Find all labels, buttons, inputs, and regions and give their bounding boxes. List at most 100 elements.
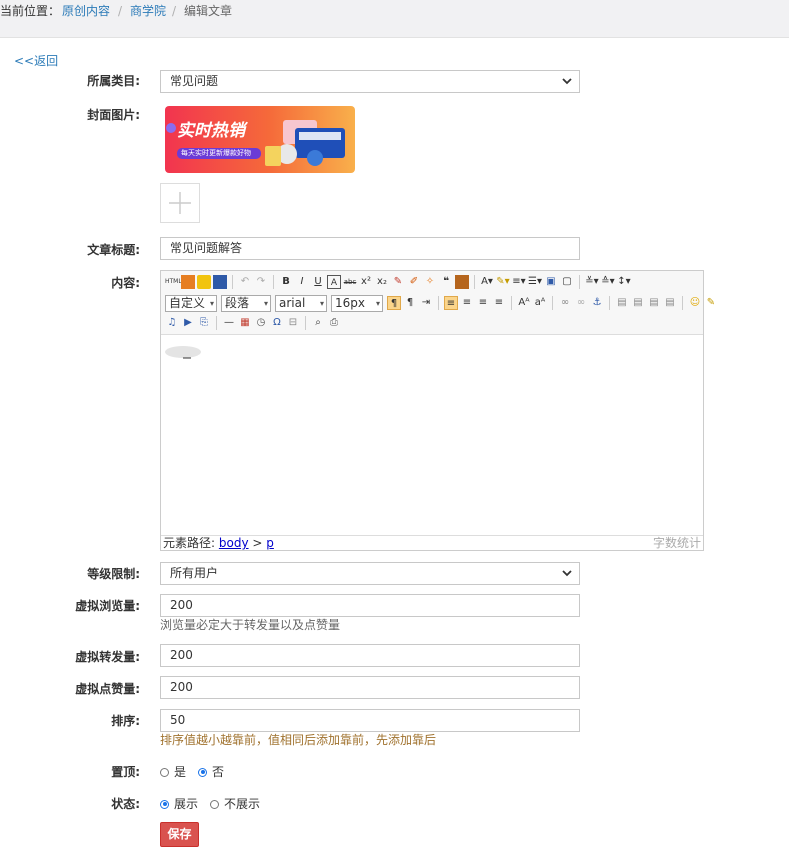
- font-size-select[interactable]: 16px ▾: [331, 294, 383, 312]
- back-link[interactable]: <<返回: [14, 52, 58, 69]
- status-option-show[interactable]: 展示: [160, 796, 198, 812]
- strikethrough-icon[interactable]: abc: [343, 275, 357, 289]
- cover-image[interactable]: 实时热销 每天实时更新爆款好物: [165, 106, 355, 173]
- element-path-p[interactable]: p: [266, 536, 274, 550]
- link-icon[interactable]: ∞: [558, 296, 572, 310]
- level-select-value: 所有用户: [170, 566, 219, 580]
- line-height-icon[interactable]: ↕▾: [617, 275, 631, 289]
- emoticon-icon[interactable]: ☺: [688, 296, 702, 310]
- toolbar-row-2: 自定义 ▾ 段落 ▾ arial ▾ 16px ▾ ¶ ¶ ⇥ ≡ ≡ ≡ ≡ Aᴬ a…: [165, 293, 718, 313]
- search-replace-icon[interactable]: ⌕: [311, 316, 325, 330]
- element-path-body[interactable]: body: [219, 536, 249, 550]
- auto-format-icon[interactable]: ✧: [423, 275, 437, 289]
- custom-style-select[interactable]: 自定义 ▾: [165, 294, 217, 312]
- unlink-icon[interactable]: ∞: [574, 296, 588, 310]
- pin-option-yes[interactable]: 是: [160, 764, 186, 780]
- views-label: 虚拟浏览量:: [75, 599, 140, 613]
- title-label: 文章标题:: [87, 243, 140, 257]
- attachment-icon[interactable]: ⎘: [197, 316, 211, 330]
- pin-radio-group: 是 否: [160, 764, 236, 780]
- category-select[interactable]: 常见问题: [160, 70, 580, 93]
- align-center-icon[interactable]: ≡: [460, 296, 474, 310]
- format-brush-icon[interactable]: ✐: [407, 275, 421, 289]
- row-spacing-bottom-icon[interactable]: ≙▾: [601, 275, 615, 289]
- likes-input[interactable]: 200: [160, 676, 580, 699]
- sort-input[interactable]: 50: [160, 709, 580, 732]
- redo-icon[interactable]: ↷: [254, 275, 268, 289]
- insert-template-icon[interactable]: [181, 275, 195, 289]
- sort-hint: 排序值越小越靠前，值相同后添加靠前，先添加靠后: [160, 733, 437, 747]
- image-center-icon[interactable]: ▤: [663, 296, 677, 310]
- scrawl-icon[interactable]: ✎: [704, 296, 718, 310]
- breadcrumb-separator: /: [172, 4, 177, 18]
- quote-icon[interactable]: ❝: [439, 275, 453, 289]
- cover-banner-subtitle: 每天实时更新爆款好物: [181, 149, 251, 157]
- horizontal-rule-icon[interactable]: —: [222, 316, 236, 330]
- element-path-separator: >: [252, 536, 263, 550]
- level-select[interactable]: 所有用户: [160, 562, 580, 585]
- rich-text-editor[interactable]: HTML ↶ ↷ B I U A abc x² x₂ ✎ ✐ ✧ ❝ A▾ ✎▾…: [160, 270, 715, 551]
- pin-label: 置顶:: [111, 765, 140, 779]
- music-icon[interactable]: ♫: [165, 316, 179, 330]
- status-label: 状态:: [111, 797, 140, 811]
- breadcrumb-separator: /: [118, 4, 123, 18]
- font-border-icon[interactable]: A: [327, 275, 341, 289]
- insert-video-icon[interactable]: ▶: [181, 316, 195, 330]
- special-char-icon[interactable]: Ω: [270, 316, 284, 330]
- paste-plain-icon[interactable]: [455, 275, 469, 289]
- ordered-list-icon[interactable]: ≡▾: [512, 275, 526, 289]
- pin-option-yes-label: 是: [174, 765, 187, 779]
- print-preview-icon[interactable]: ⎙: [327, 316, 341, 330]
- superscript-icon[interactable]: x²: [359, 275, 373, 289]
- paragraph-format-select[interactable]: 段落 ▾: [221, 294, 271, 312]
- breadcrumb-item-original-content[interactable]: 原创内容: [62, 0, 110, 22]
- font-family-select[interactable]: arial ▾: [275, 294, 327, 312]
- image-none-icon[interactable]: ▤: [631, 296, 645, 310]
- select-all-icon[interactable]: ▣: [544, 275, 558, 289]
- image-right-icon[interactable]: ▤: [647, 296, 661, 310]
- align-left-icon[interactable]: ≡: [444, 296, 458, 310]
- lowercase-icon[interactable]: aᴬ: [533, 296, 547, 310]
- image-left-icon[interactable]: ▤: [615, 296, 629, 310]
- chevron-down-icon: [562, 78, 572, 85]
- lock-icon[interactable]: [197, 275, 211, 289]
- align-right-icon[interactable]: ≡: [476, 296, 490, 310]
- cover-banner-title: 实时热销: [177, 121, 245, 141]
- uppercase-icon[interactable]: Aᴬ: [517, 296, 531, 310]
- font-size-value: 16px: [335, 295, 365, 310]
- date-icon[interactable]: ▦: [238, 316, 252, 330]
- category-select-value: 常见问题: [170, 74, 219, 88]
- page-break-icon[interactable]: ⊟: [286, 316, 300, 330]
- title-input[interactable]: 常见问题解答: [160, 237, 580, 260]
- highlight-color-icon[interactable]: ✎▾: [496, 275, 510, 289]
- anchor-icon[interactable]: ⚓: [590, 296, 604, 310]
- row-spacing-top-icon[interactable]: ≚▾: [585, 275, 599, 289]
- status-option-hide[interactable]: 不展示: [210, 796, 260, 812]
- breadcrumb-item-business-school[interactable]: 商学院: [130, 0, 166, 22]
- radio-icon: [210, 799, 220, 809]
- clear-doc-icon[interactable]: ▢: [560, 275, 574, 289]
- indent-icon[interactable]: ⇥: [419, 296, 433, 310]
- add-image-button[interactable]: [160, 183, 200, 223]
- save-doc-icon[interactable]: [213, 275, 227, 289]
- views-input[interactable]: 200: [160, 594, 580, 617]
- editor-toolbar: HTML ↶ ↷ B I U A abc x² x₂ ✎ ✐ ✧ ❝ A▾ ✎▾…: [161, 271, 715, 335]
- rtl-direction-icon[interactable]: ¶: [403, 296, 417, 310]
- breadcrumb-prefix: 当前位置：: [0, 4, 61, 18]
- underline-icon[interactable]: U: [311, 275, 325, 289]
- editor-content-area[interactable]: [161, 336, 703, 534]
- time-icon[interactable]: ◷: [254, 316, 268, 330]
- html-source-icon[interactable]: HTML: [165, 275, 182, 289]
- shares-input[interactable]: 200: [160, 644, 580, 667]
- align-justify-icon[interactable]: ≡: [492, 296, 506, 310]
- save-button[interactable]: 保存: [160, 822, 199, 847]
- eraser-icon[interactable]: ✎: [391, 275, 405, 289]
- ltr-direction-icon[interactable]: ¶: [387, 296, 401, 310]
- subscript-icon[interactable]: x₂: [375, 275, 389, 289]
- unordered-list-icon[interactable]: ☰▾: [528, 275, 542, 289]
- font-color-icon[interactable]: A▾: [480, 275, 494, 289]
- undo-icon[interactable]: ↶: [238, 275, 252, 289]
- pin-option-no[interactable]: 否: [198, 764, 224, 780]
- bold-icon[interactable]: B: [279, 275, 293, 289]
- italic-icon[interactable]: I: [295, 275, 309, 289]
